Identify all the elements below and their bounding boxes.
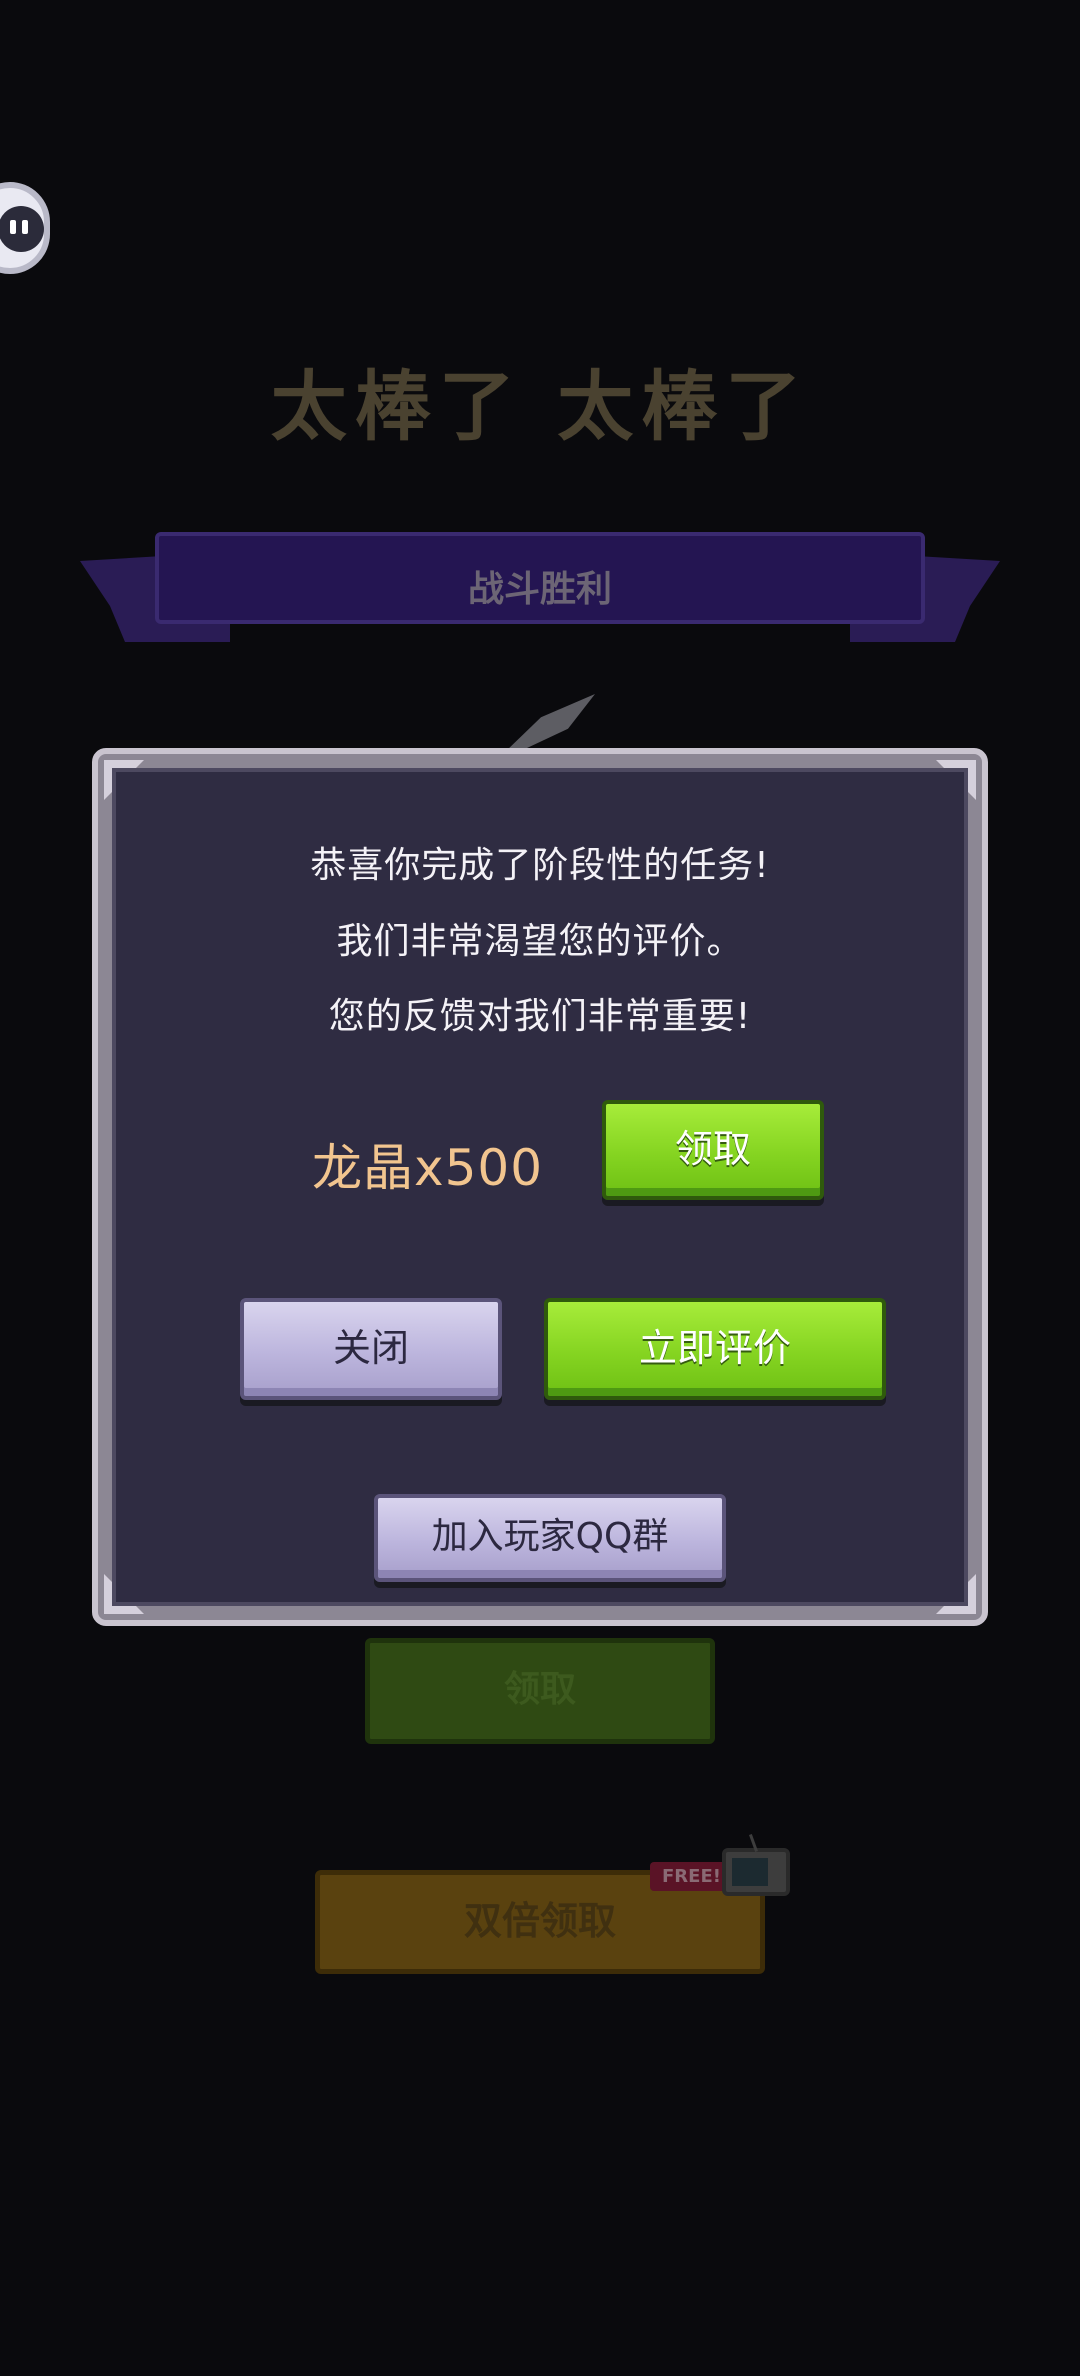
ribbon-label: 战斗胜利 <box>467 569 612 610</box>
dialog-panel: 恭喜你完成了阶段性的任务! 我们非常渴望您的评价。 您的反馈对我们非常重要! 龙… <box>112 768 968 1606</box>
victory-ribbon: 战斗胜利 <box>80 532 1000 650</box>
review-dialog: 恭喜你完成了阶段性的任务! 我们非常渴望您的评价。 您的反馈对我们非常重要! 龙… <box>92 748 988 1626</box>
join-qq-group-button[interactable]: 加入玩家QQ群 <box>374 1494 726 1582</box>
dagger-icon <box>505 694 595 752</box>
tv-ad-icon <box>722 1834 790 1896</box>
close-button[interactable]: 关闭 <box>240 1298 502 1400</box>
ribbon-band: 战斗胜利 <box>155 532 925 624</box>
rate-now-button[interactable]: 立即评价 <box>544 1298 886 1400</box>
background-claim-button[interactable]: 领取 <box>365 1638 715 1744</box>
dialog-message-line: 恭喜你完成了阶段性的任务! <box>310 845 770 886</box>
victory-title: 太棒了 太棒了 <box>270 362 810 451</box>
dialog-message-line: 我们非常渴望您的评价。 <box>336 921 744 962</box>
floating-assistant-icon[interactable] <box>0 182 50 274</box>
assistant-face-icon <box>0 206 44 252</box>
reward-label: 龙晶x500 <box>312 1139 544 1197</box>
dialog-message-line: 您的反馈对我们非常重要! <box>328 996 752 1037</box>
free-badge: FREE! <box>650 1862 733 1891</box>
claim-reward-button[interactable]: 领取 <box>602 1100 824 1200</box>
